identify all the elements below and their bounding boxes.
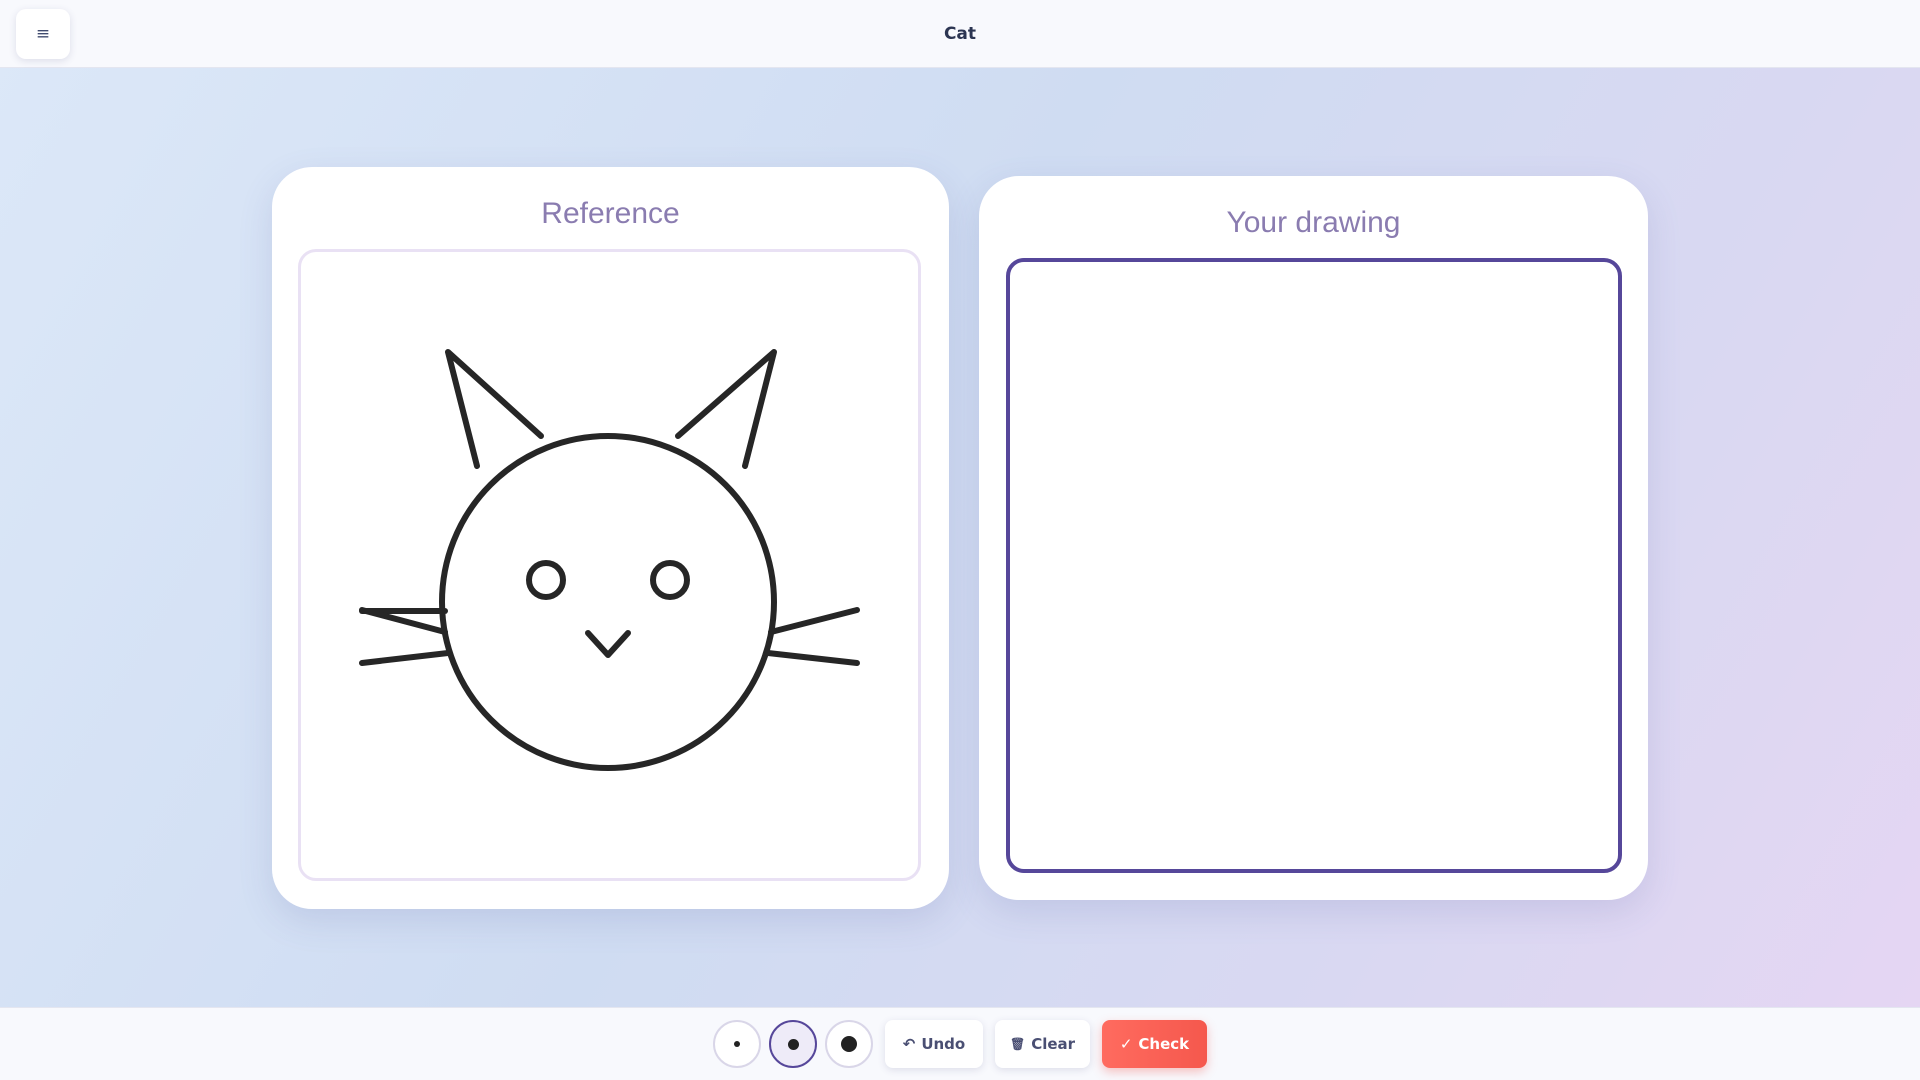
check-label: Check [1138,1035,1190,1053]
brush-size-medium-button[interactable] [769,1020,817,1068]
reference-image-frame [298,249,921,881]
cat-whisker-left-bottom [359,650,451,666]
cat-whisker-right-top [768,607,860,635]
undo-button[interactable]: ↶ Undo [885,1020,983,1068]
reference-title: Reference [541,197,680,230]
brush-dot-small-icon [734,1041,740,1047]
cat-nose [585,630,631,658]
cat-head [439,433,777,771]
trash-icon: 🗑 [1009,1037,1026,1051]
undo-label: Undo [921,1035,966,1053]
brush-size-large-button[interactable] [825,1020,873,1068]
cat-eye-left [526,560,566,600]
cat-ear-left [445,349,544,469]
clear-button[interactable]: 🗑 Clear [995,1020,1090,1068]
cat-whisker-right-bottom [765,650,860,666]
drawing-card: Your drawing [979,176,1648,900]
reference-card: Reference [272,167,949,909]
clear-label: Clear [1031,1035,1076,1053]
check-button[interactable]: ✓ Check [1102,1020,1207,1068]
brush-size-small-button[interactable] [713,1020,761,1068]
top-bar: ≡ Cat [0,0,1920,68]
page-title: Cat [943,24,977,44]
cat-eye-right [650,560,690,600]
checkmark-icon: ✓ [1119,1035,1133,1053]
drawing-title: Your drawing [1226,206,1401,239]
cat-ear-right [675,349,777,469]
brush-dot-large-icon [841,1036,857,1052]
cat-outline-drawing [359,349,860,771]
drawing-canvas[interactable] [1006,258,1622,873]
undo-icon: ↶ [902,1035,916,1053]
brush-dot-medium-icon [787,1038,799,1050]
